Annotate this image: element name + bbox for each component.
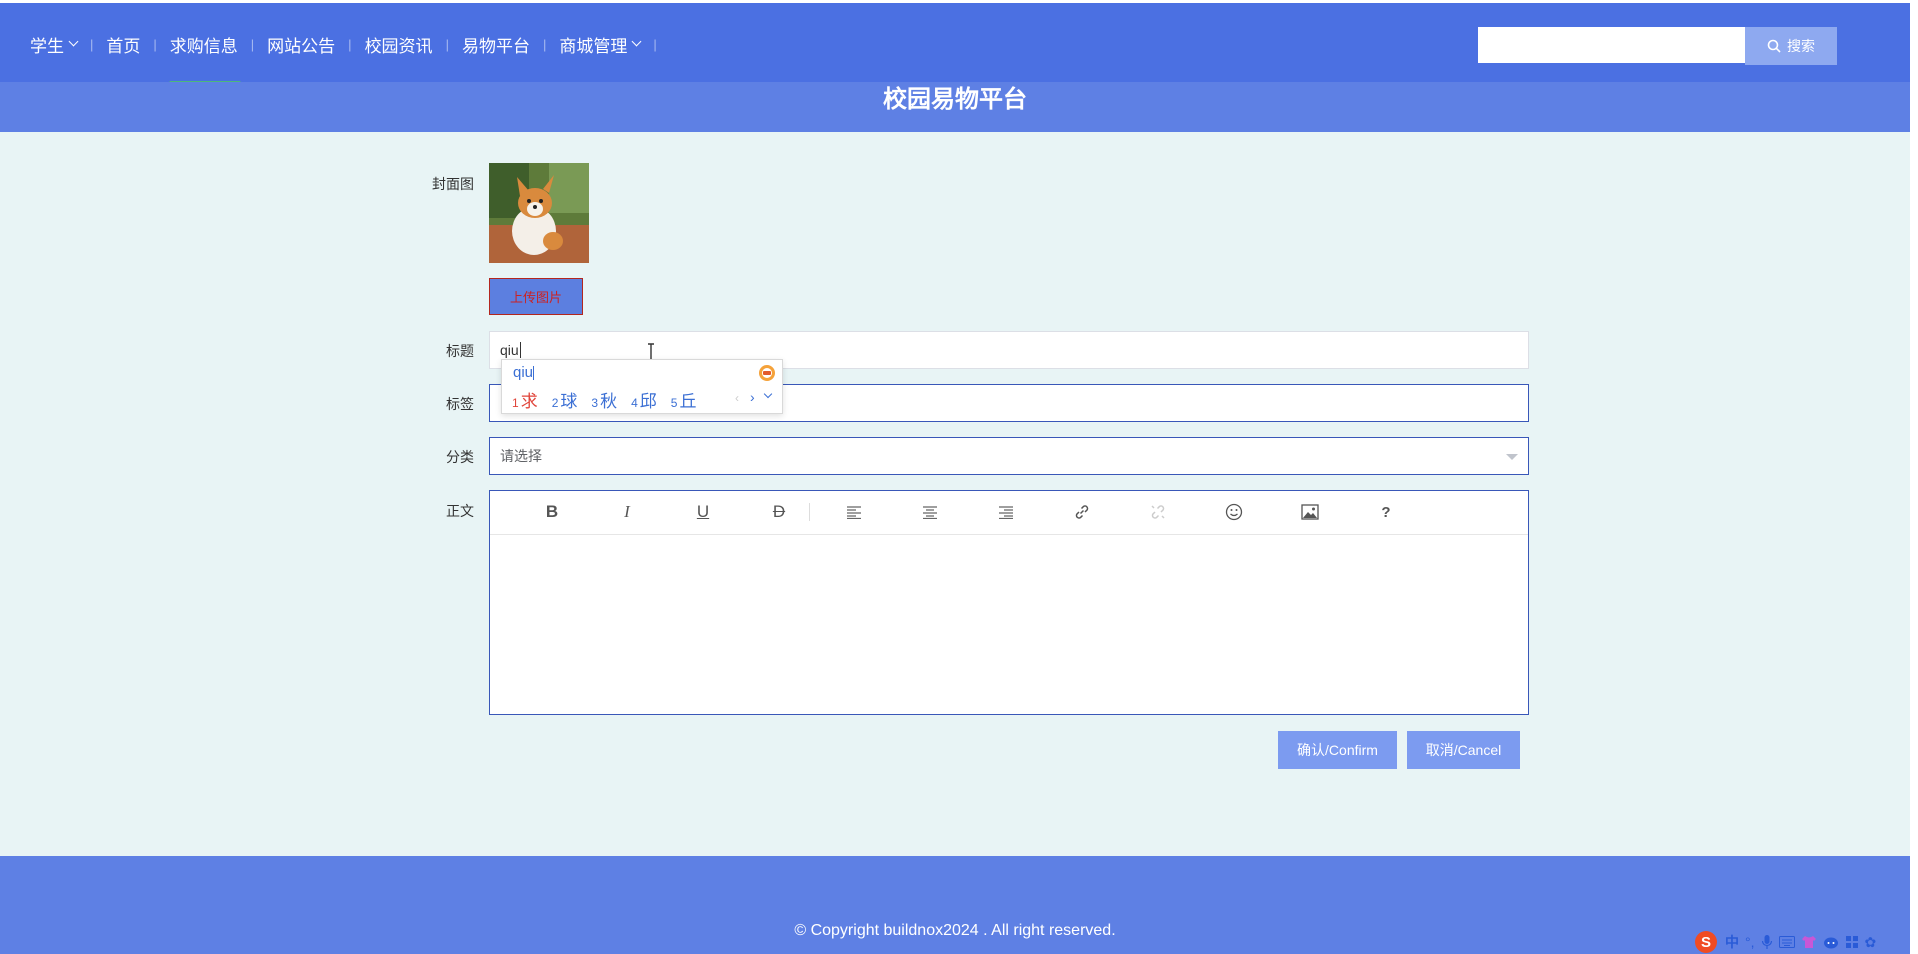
align-center-icon[interactable] [918,501,942,523]
ime-prev-page-icon[interactable]: ‹ [735,391,739,405]
nav-item-purchase-requests[interactable]: 求购信息 [157,3,251,85]
cover-image [489,163,589,263]
nav-item-announcements[interactable]: 网站公告 [254,3,348,85]
candidate-text: 求 [520,392,538,411]
nav-item-home[interactable]: 首页 [93,3,153,85]
nav-item-exchange-platform[interactable]: 易物平台 [449,3,543,85]
candidate-number: 2 [551,396,559,410]
editor-toolbar: B I U D ? [490,491,1528,535]
category-label: 分类 [446,449,474,465]
confirm-button[interactable]: 确认/Confirm [1278,731,1397,769]
cancel-button[interactable]: 取消/Cancel [1407,731,1520,769]
align-right-icon[interactable] [994,501,1018,523]
candidate-text: 球 [560,392,578,411]
toolbar-divider [809,503,810,521]
ime-mode-indicator[interactable]: 中 [1725,932,1739,952]
nav-separator: | [653,36,657,52]
nav-item-label: 易物平台 [461,36,530,56]
search-button[interactable]: 搜索 [1745,27,1837,65]
ime-toolbar: S 中 °, ✿ [1693,930,1876,954]
emoji-icon[interactable] [1222,501,1246,523]
ime-candidate[interactable]: 5丘 [671,387,697,412]
candidate-text: 秋 [600,392,618,411]
link-icon[interactable] [1070,501,1094,523]
top-navbar: 学生 | 首页 | 求购信息 | 网站公告 | 校园资讯 | 易物平台 | 商城… [0,0,1910,85]
ime-composition: qiu [513,364,535,381]
nav-item-label: 求购信息 [169,36,238,56]
image-icon[interactable] [1298,501,1322,523]
nav-item-label: 校园资讯 [364,36,433,56]
scrollbar-track[interactable] [1910,0,1918,954]
italic-icon[interactable]: I [615,501,639,523]
nav-item-label: 商城管理 [559,36,628,56]
microphone-icon[interactable] [1761,934,1773,950]
candidate-number: 4 [631,396,638,410]
nav-item-label: 首页 [106,36,141,56]
chevron-down-icon [1506,454,1518,460]
confirm-button-label: 确认/Confirm [1297,742,1378,758]
ime-candidate[interactable]: 4邱 [631,387,657,412]
text-caret [519,342,521,358]
search-button-label: 搜索 [1787,38,1815,54]
upload-image-button[interactable]: 上传图片 [489,278,583,315]
chevron-down-icon [631,36,642,47]
page-banner: 校园易物平台 [0,82,1910,132]
chevron-down-icon [68,36,79,47]
candidate-text: 邱 [639,392,657,411]
main-nav: 学生 | 首页 | 求购信息 | 网站公告 | 校园资讯 | 易物平台 | 商城… [30,3,657,85]
ime-expand-icon[interactable] [763,389,773,399]
search-icon [1767,39,1781,53]
keyboard-icon[interactable] [1778,936,1795,948]
settings-icon[interactable]: ✿ [1865,934,1877,951]
corgi-photo [489,163,589,263]
candidate-text: 丘 [679,392,697,411]
ime-candidate-list: 1求 2球 3秋 4邱 5丘 [512,387,696,412]
ime-candidate[interactable]: 1求 [512,387,538,412]
unlink-icon[interactable] [1146,501,1170,523]
sogou-logo-icon[interactable]: S [1693,930,1719,954]
rich-text-editor: B I U D ? [489,490,1529,715]
ime-caret [533,366,535,381]
help-icon[interactable]: ? [1374,501,1398,523]
editor-content-area[interactable] [490,535,1528,715]
body-label: 正文 [446,503,474,519]
search-input[interactable] [1478,27,1746,63]
category-select-placeholder: 请选择 [500,448,542,464]
nav-item-student[interactable]: 学生 [30,3,90,85]
ime-candidate[interactable]: 3秋 [591,387,617,412]
svg-text:S: S [1701,934,1711,951]
title-label: 标题 [446,343,474,359]
ime-next-page-icon[interactable]: › [750,389,755,405]
assistant-icon[interactable] [1823,935,1839,949]
nav-item-label: 学生 [30,36,64,56]
category-select[interactable]: 请选择 [489,437,1529,475]
candidate-number: 3 [591,396,599,410]
strikethrough-icon[interactable]: D [767,501,791,523]
underline-icon[interactable]: U [691,501,715,523]
page-title: 校园易物平台 [883,86,1027,113]
skin-shirt-icon[interactable] [1801,935,1817,949]
ime-candidate[interactable]: 2球 [552,387,578,412]
upload-button-label: 上传图片 [509,290,562,305]
toolbox-grid-icon[interactable] [1845,935,1859,949]
ime-candidate-popup: qiu 1求 2球 3秋 4邱 5丘 ‹ › [501,359,783,414]
tags-label: 标签 [446,396,474,412]
punctuation-icon[interactable]: °, [1745,934,1755,950]
bold-icon[interactable]: B [540,501,564,523]
nav-item-campus-news[interactable]: 校园资讯 [352,3,446,85]
title-input-value: qiu [500,342,519,358]
candidate-number: 1 [512,396,519,410]
ime-skin-icon[interactable] [758,364,776,382]
nav-item-mall-management[interactable]: 商城管理 [546,3,653,85]
align-left-icon[interactable] [842,501,866,523]
cancel-button-label: 取消/Cancel [1425,742,1502,758]
ime-composition-text: qiu [513,364,534,381]
candidate-number: 5 [670,396,678,410]
page-footer: © Copyright buildnox2024 . All right res… [0,856,1910,954]
copyright-text: © Copyright buildnox2024 . All right res… [794,922,1116,939]
nav-item-label: 网站公告 [267,36,336,56]
cover-label: 封面图 [432,176,474,192]
